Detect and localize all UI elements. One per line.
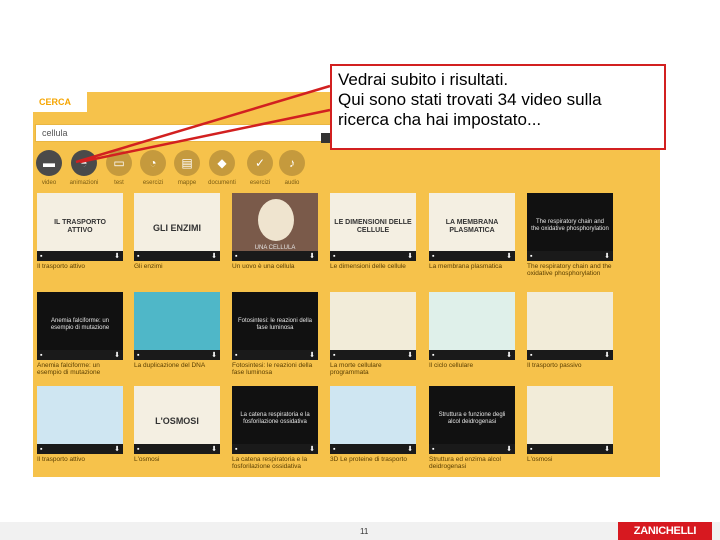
- arrow-to-animation-filter: [79, 108, 331, 164]
- page-number: 11: [360, 527, 369, 536]
- brand-logo: ZANICHELLI: [618, 522, 712, 540]
- slide: CERCA cellula ▬ video ◓ animazioni ▭ tes…: [0, 0, 720, 540]
- callout-line-2: Qui sono stati trovati 34 video sulla: [338, 90, 602, 110]
- callout-line-1: Vedrai subito i risultati.: [338, 70, 509, 89]
- callout-line-3: ricerca cha hai impostato...: [338, 110, 542, 130]
- callout-box: Vedrai subito i risultati. Qui sono stat…: [330, 64, 666, 150]
- arrow-to-video-filter: [75, 84, 331, 164]
